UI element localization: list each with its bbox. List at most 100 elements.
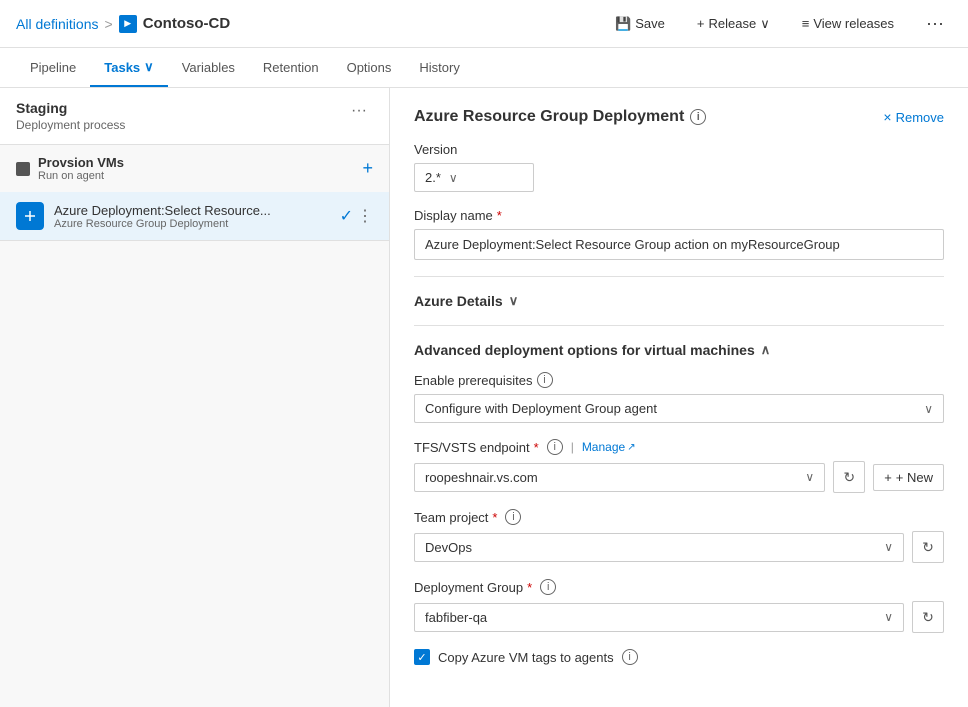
team-project-dropdown[interactable]: DevOps ∨	[414, 533, 904, 562]
version-select: 2.* ∨	[414, 163, 944, 192]
chevron-down-icon: ∨	[760, 16, 770, 32]
refresh-team-project-button[interactable]: ↻	[912, 531, 944, 563]
task-more-button[interactable]: ⋮	[357, 206, 373, 226]
phase-header: Provsion VMs Run on agent +	[0, 145, 389, 192]
divider-1	[414, 276, 944, 277]
copy-tags-info-icon[interactable]: i	[622, 649, 638, 665]
new-endpoint-button[interactable]: + + New	[873, 464, 944, 491]
phase-name: Provsion VMs	[38, 155, 124, 170]
task-actions: ✓ ⋮	[340, 206, 373, 226]
tab-variables[interactable]: Variables	[168, 50, 249, 87]
enable-prereq-info-icon[interactable]: i	[537, 372, 553, 388]
display-name-field: Display name *	[414, 208, 944, 260]
azure-details-section[interactable]: Azure Details ∨	[414, 293, 944, 309]
refresh-endpoint-button[interactable]: ↻	[833, 461, 865, 493]
title-info-icon[interactable]: i	[690, 109, 706, 125]
tfs-required-marker: *	[534, 440, 539, 455]
copy-tags-label: Copy Azure VM tags to agents	[438, 650, 614, 665]
pipe-separator: |	[571, 440, 574, 454]
enable-prereq-dropdown[interactable]: Configure with Deployment Group agent ∨	[414, 394, 944, 423]
view-releases-button[interactable]: ≡ View releases	[794, 12, 902, 35]
top-bar: All definitions > ▶ Contoso-CD 💾 Save + …	[0, 0, 968, 48]
task-details: Azure Deployment:Select Resource... Azur…	[54, 203, 330, 230]
panel-title: Azure Resource Group Deployment i	[414, 108, 706, 126]
phase-details: Provsion VMs Run on agent	[38, 155, 124, 182]
enable-prereq-field: Enable prerequisites i Configure with De…	[414, 372, 944, 423]
tfs-endpoint-dropdown[interactable]: roopeshnair.vs.com ∨	[414, 463, 825, 492]
tab-pipeline[interactable]: Pipeline	[16, 50, 90, 87]
save-icon: 💾	[615, 16, 631, 32]
tfs-info-icon[interactable]: i	[547, 439, 563, 455]
deployment-group-dropdown[interactable]: fabfiber-qa ∨	[414, 603, 904, 632]
external-link-icon: ↗	[627, 442, 635, 453]
version-label: Version	[414, 142, 944, 157]
team-project-info-icon[interactable]: i	[505, 509, 521, 525]
top-actions: 💾 Save + Release ∨ ≡ View releases ···	[607, 9, 952, 38]
new-plus-icon: +	[884, 470, 892, 485]
task-check-icon: ✓	[340, 206, 353, 226]
enable-prereq-label: Enable prerequisites i	[414, 372, 944, 388]
task-item[interactable]: Azure Deployment:Select Resource... Azur…	[0, 192, 389, 241]
deployment-group-field: Deployment Group * i fabfiber-qa ∨ ↻	[414, 579, 944, 633]
deployment-group-info-icon[interactable]: i	[540, 579, 556, 595]
remove-x-icon: ×	[883, 109, 891, 125]
copy-tags-row: ✓ Copy Azure VM tags to agents i	[414, 649, 944, 665]
task-subtitle: Azure Resource Group Deployment	[54, 218, 330, 230]
stage-menu-button[interactable]: ···	[345, 100, 373, 122]
version-chevron-icon: ∨	[449, 171, 458, 185]
display-name-input[interactable]	[414, 229, 944, 260]
add-task-button[interactable]: +	[362, 158, 373, 179]
refresh-deployment-group-button[interactable]: ↻	[912, 601, 944, 633]
save-button[interactable]: 💾 Save	[607, 12, 673, 36]
team-project-field: Team project * i DevOps ∨ ↻	[414, 509, 944, 563]
advanced-chevron-icon: ∧	[761, 342, 771, 358]
breadcrumb: All definitions > ▶ Contoso-CD	[16, 15, 607, 33]
release-button[interactable]: + Release ∨	[689, 12, 778, 36]
task-name: Azure Deployment:Select Resource...	[54, 203, 274, 218]
more-options-button[interactable]: ···	[918, 9, 952, 38]
dg-required-marker: *	[527, 580, 532, 595]
tfs-endpoint-field: TFS/VSTS endpoint * i | Manage ↗ roopesh…	[414, 439, 944, 493]
phase-info: Provsion VMs Run on agent	[16, 155, 124, 182]
tab-options[interactable]: Options	[333, 50, 406, 87]
manage-link[interactable]: Manage ↗	[582, 440, 636, 454]
left-panel: Staging Deployment process ··· Provsion …	[0, 88, 390, 707]
tab-history[interactable]: History	[405, 50, 473, 87]
display-name-label: Display name *	[414, 208, 944, 223]
divider-2	[414, 325, 944, 326]
main-layout: Staging Deployment process ··· Provsion …	[0, 88, 968, 707]
panel-title-row: Azure Resource Group Deployment i × Remo…	[414, 108, 944, 126]
pipeline-icon: ▶	[119, 15, 137, 33]
phase-icon	[16, 162, 30, 176]
phase-subtitle: Run on agent	[38, 170, 124, 182]
version-field: Version 2.* ∨	[414, 142, 944, 192]
azure-details-chevron-icon: ∨	[509, 293, 519, 309]
stage-header: Staging Deployment process ···	[0, 88, 389, 145]
deployment-group-row: fabfiber-qa ∨ ↻	[414, 601, 944, 633]
refresh-icon: ↻	[843, 469, 855, 486]
tfs-endpoint-label: TFS/VSTS endpoint * i	[414, 439, 563, 455]
breadcrumb-separator: >	[105, 16, 113, 32]
task-icon	[16, 202, 44, 230]
refresh-team-icon: ↻	[922, 539, 934, 556]
pipeline-name: Contoso-CD	[143, 15, 230, 32]
all-definitions-link[interactable]: All definitions	[16, 16, 99, 32]
deployment-group-chevron-icon: ∨	[884, 610, 893, 624]
tab-tasks[interactable]: Tasks ∨	[90, 49, 167, 87]
advanced-section[interactable]: Advanced deployment options for virtual …	[414, 342, 944, 358]
tasks-chevron-icon: ∨	[144, 59, 154, 75]
required-marker: *	[497, 208, 502, 223]
copy-tags-checkbox[interactable]: ✓	[414, 649, 430, 665]
deployment-group-label: Deployment Group * i	[414, 579, 944, 595]
nav-tabs: Pipeline Tasks ∨ Variables Retention Opt…	[0, 48, 968, 88]
list-icon: ≡	[802, 16, 810, 31]
stage-info: Staging Deployment process	[16, 100, 125, 132]
enable-prereq-chevron-icon: ∨	[924, 402, 933, 416]
team-project-row: DevOps ∨ ↻	[414, 531, 944, 563]
tab-retention[interactable]: Retention	[249, 50, 333, 87]
remove-button[interactable]: × Remove	[883, 109, 944, 125]
version-dropdown[interactable]: 2.* ∨	[414, 163, 534, 192]
right-panel: Azure Resource Group Deployment i × Remo…	[390, 88, 968, 707]
refresh-dg-icon: ↻	[922, 609, 934, 626]
tfs-endpoint-chevron-icon: ∨	[805, 470, 814, 484]
